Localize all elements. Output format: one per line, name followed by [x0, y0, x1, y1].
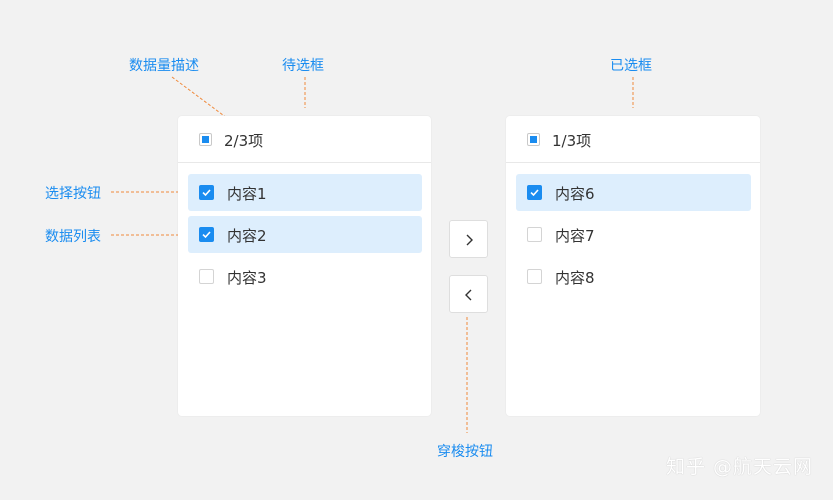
- watermark: 知乎 @航天云网: [665, 456, 813, 478]
- annotation-shuttle-button: 穿梭按钮: [437, 444, 493, 460]
- item-checkbox[interactable]: [527, 269, 542, 284]
- annotation-source-box: 待选框: [282, 58, 324, 74]
- annotation-data-count: 数据量描述: [129, 58, 199, 74]
- item-label: 内容6: [555, 185, 595, 203]
- target-list-item[interactable]: 内容7: [516, 216, 751, 253]
- annotation-data-list: 数据列表: [45, 229, 101, 245]
- annotation-selected-box: 已选框: [610, 58, 652, 74]
- item-label: 内容7: [555, 227, 595, 245]
- move-right-button[interactable]: [449, 220, 488, 258]
- item-checkbox[interactable]: [527, 185, 542, 200]
- target-panel: 1/3项 内容6 内容7 内容8: [506, 116, 760, 416]
- annotation-select-button: 选择按钮: [45, 186, 101, 202]
- source-list-item[interactable]: 内容1: [188, 174, 422, 211]
- item-checkbox[interactable]: [527, 227, 542, 242]
- source-panel-header: 2/3项: [178, 116, 431, 163]
- item-label: 内容3: [227, 269, 267, 287]
- target-panel-header: 1/3项: [506, 116, 760, 163]
- check-icon: [202, 189, 211, 197]
- source-list-item[interactable]: 内容3: [188, 258, 422, 295]
- item-label: 内容1: [227, 185, 267, 203]
- move-left-button[interactable]: [449, 275, 488, 313]
- check-icon: [202, 231, 211, 239]
- chevron-right-icon: [466, 234, 473, 246]
- source-count-label: 2/3项: [224, 132, 264, 150]
- target-list-item[interactable]: 内容6: [516, 174, 751, 211]
- check-icon: [530, 189, 539, 197]
- item-label: 内容2: [227, 227, 267, 245]
- source-select-all-checkbox[interactable]: [199, 133, 212, 146]
- target-select-all-checkbox[interactable]: [527, 133, 540, 146]
- item-checkbox[interactable]: [199, 269, 214, 284]
- source-panel: 2/3项 内容1 内容2 内容3: [178, 116, 431, 416]
- chevron-left-icon: [465, 289, 472, 301]
- source-list-item[interactable]: 内容2: [188, 216, 422, 253]
- target-list-item[interactable]: 内容8: [516, 258, 751, 295]
- indeterminate-icon: [202, 136, 209, 143]
- indeterminate-icon: [530, 136, 537, 143]
- target-count-label: 1/3项: [552, 132, 592, 150]
- item-label: 内容8: [555, 269, 595, 287]
- item-checkbox[interactable]: [199, 185, 214, 200]
- item-checkbox[interactable]: [199, 227, 214, 242]
